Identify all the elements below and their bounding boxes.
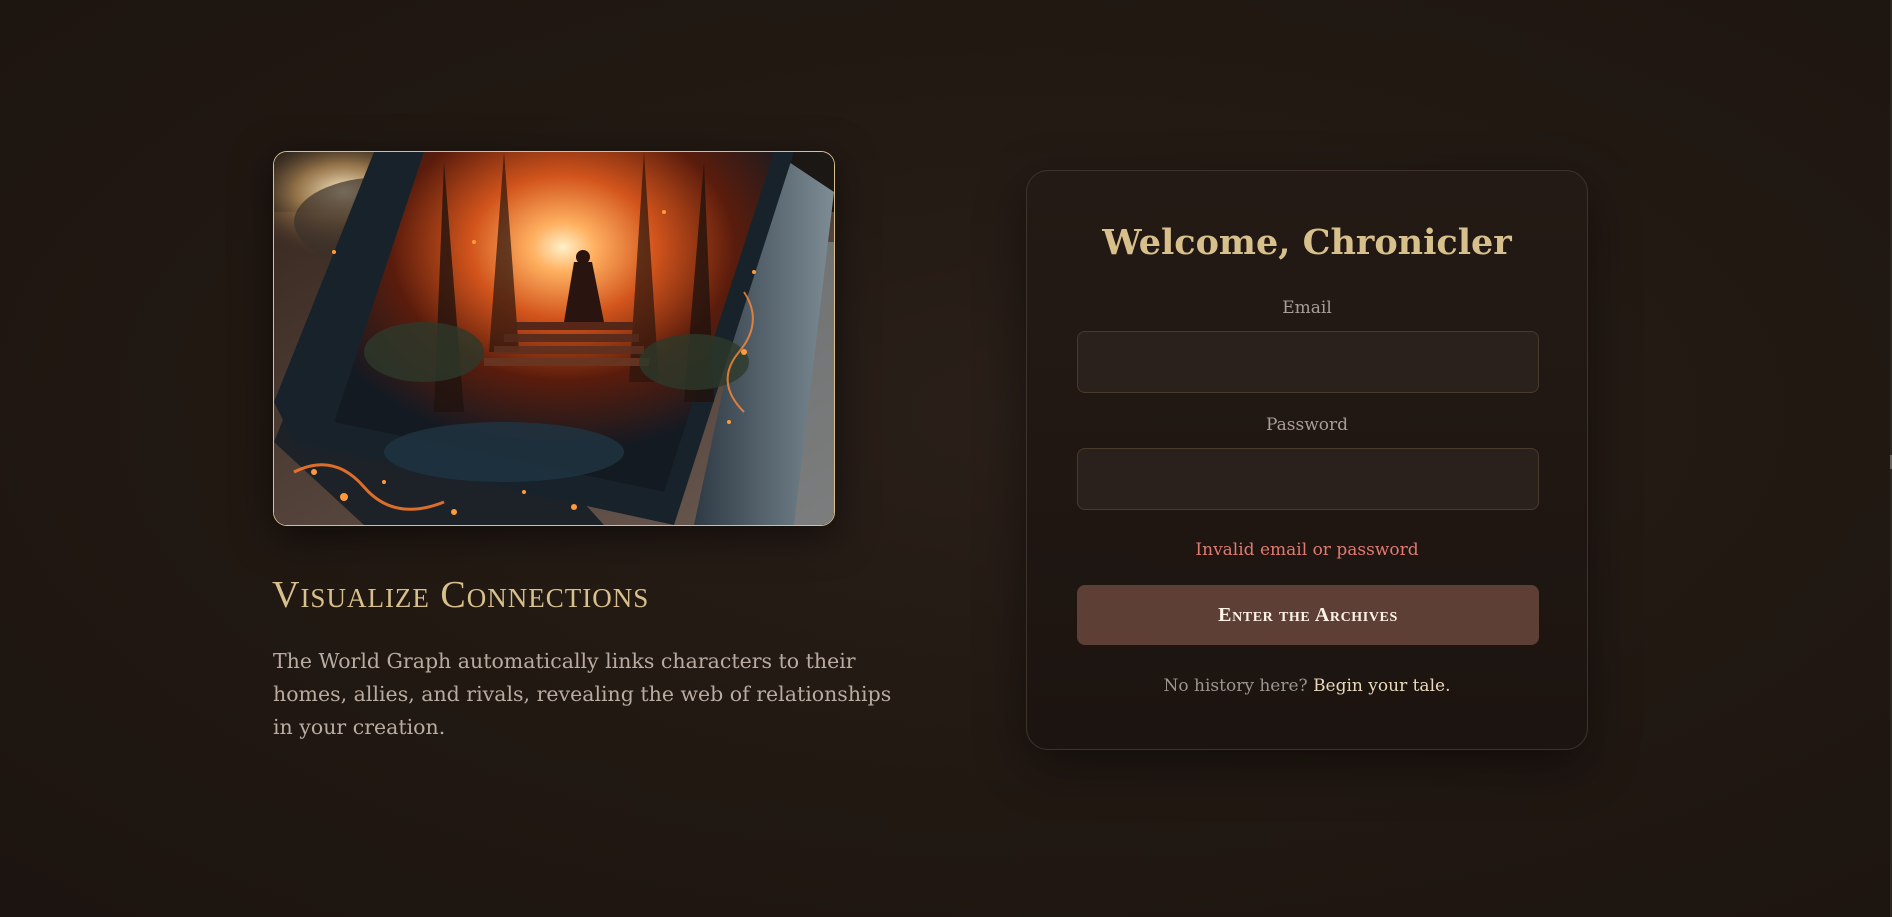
email-field[interactable] <box>1077 331 1539 393</box>
book-illustration-image <box>273 151 835 526</box>
feature-title: Visualize Connections <box>272 574 650 616</box>
email-label: Email <box>1282 298 1332 318</box>
login-card: Welcome, Chronicler Email Password Inval… <box>1026 170 1588 750</box>
feature-description: The World Graph automatically links char… <box>273 649 892 739</box>
login-error-message: Invalid email or password <box>1195 540 1419 560</box>
login-title: Welcome, Chronicler <box>1102 222 1512 263</box>
signup-prompt-line: No history here? Begin your tale. <box>1027 675 1587 697</box>
signup-prompt-text: No history here? <box>1163 676 1308 696</box>
password-label: Password <box>1265 415 1349 435</box>
password-field[interactable] <box>1077 448 1539 510</box>
login-page: Visualize Connections The World Graph au… <box>0 0 1892 917</box>
begin-tale-link[interactable]: Begin your tale. <box>1313 676 1450 696</box>
enter-archives-button[interactable]: Enter the Archives <box>1077 585 1539 645</box>
